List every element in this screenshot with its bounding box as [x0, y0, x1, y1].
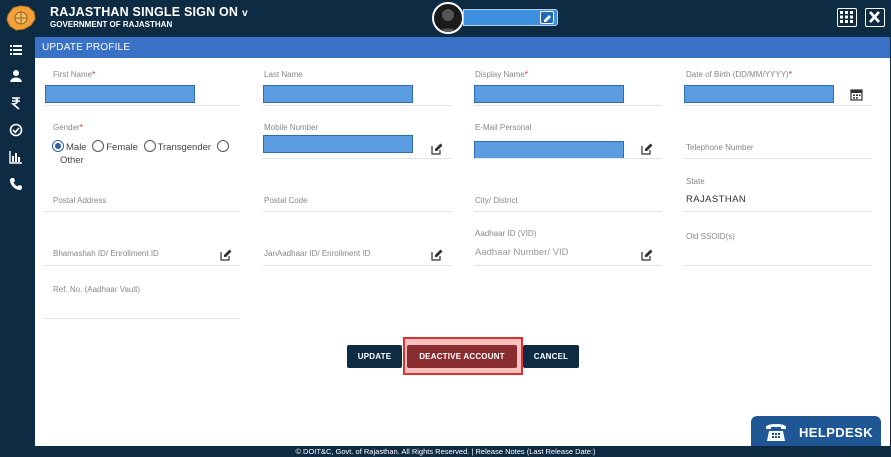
- cancel-button[interactable]: CANCEL: [523, 345, 579, 368]
- update-button[interactable]: UPDATE: [347, 345, 402, 368]
- postal-code-input[interactable]: [263, 211, 451, 212]
- app-subtitle: GOVERNMENT OF RAJASTHAN: [50, 20, 173, 29]
- ref-no-input[interactable]: [45, 318, 240, 319]
- avatar[interactable]: [432, 2, 464, 34]
- janaadhaar-underline: [263, 265, 451, 266]
- user-silhouette-icon: [438, 9, 458, 32]
- gender-transgender-label: Transgender: [157, 142, 212, 153]
- gender-female-label: Female: [106, 142, 138, 153]
- mobile-label: Mobile Number: [264, 123, 319, 132]
- username-redacted: [463, 9, 558, 26]
- telephone-label: Telephone Number: [686, 143, 754, 152]
- ref-no-label: Ref. No. (Aadhaar Vault): [53, 285, 141, 294]
- last-name-label: Last Name: [264, 70, 303, 79]
- first-name-underline: [45, 105, 240, 106]
- bar-chart-icon[interactable]: [9, 150, 23, 164]
- telephone-icon: [766, 424, 786, 441]
- state-label: State: [686, 177, 705, 186]
- last-name-input[interactable]: [263, 85, 413, 103]
- state-underline: [684, 211, 872, 212]
- deactivate-account-button[interactable]: DEACTIVE ACCOUNT: [407, 345, 517, 368]
- menu-list-icon[interactable]: [9, 43, 23, 57]
- mobile-input[interactable]: [263, 135, 413, 153]
- postal-address-label: Postal Address: [53, 196, 107, 205]
- email-underline: [474, 158, 662, 159]
- display-name-underline: [474, 105, 662, 106]
- bhamashah-label: Bhamashah ID/ Enrollment ID: [53, 249, 159, 258]
- app-title-text: RAJASTHAN SINGLE SIGN ON: [50, 5, 239, 19]
- edit-mobile-icon[interactable]: [431, 143, 443, 155]
- city-input[interactable]: [474, 211, 662, 212]
- apps-grid-button[interactable]: [837, 8, 857, 27]
- display-name-label: Display Name*: [475, 70, 528, 79]
- main-content: UPDATE PROFILE First Name* Last Name Dis…: [35, 37, 890, 446]
- footer: © DOIT&C, Govt. of Rajasthan. All Rights…: [0, 446, 891, 457]
- aadhaar-underline: [474, 265, 662, 266]
- city-label: City/ District: [475, 196, 518, 205]
- edit-bhamashah-icon[interactable]: [220, 249, 232, 261]
- rupee-icon[interactable]: [9, 96, 23, 110]
- helpdesk-label: HELPDESK: [799, 425, 873, 440]
- last-name-underline: [263, 105, 451, 106]
- gender-other-label: Other: [60, 155, 84, 166]
- display-name-input[interactable]: [474, 85, 624, 103]
- old-ssoid-input[interactable]: [684, 265, 872, 266]
- bhamashah-underline: [45, 265, 240, 266]
- state-value[interactable]: RAJASTHAN: [686, 194, 746, 205]
- mobile-underline: [263, 158, 451, 159]
- gender-other-radio[interactable]: [216, 140, 229, 152]
- top-bar: RAJASTHAN SINGLE SIGN ON v GOVERNMENT OF …: [0, 0, 891, 37]
- user-icon[interactable]: [9, 69, 23, 83]
- old-ssoid-label: Old SSOID(s): [686, 232, 735, 241]
- sidebar: [0, 37, 35, 446]
- close-icon: [868, 11, 881, 23]
- aadhaar-input[interactable]: Aadhaar Number/ VID: [475, 247, 568, 258]
- close-button[interactable]: [865, 8, 885, 27]
- gender-male-label: Male: [66, 142, 87, 153]
- edit-aadhaar-icon[interactable]: [641, 249, 653, 261]
- postal-address-input[interactable]: [45, 211, 240, 212]
- check-circle-icon[interactable]: [9, 123, 23, 137]
- postal-code-label: Postal Code: [264, 196, 308, 205]
- gender-label: Gender*: [53, 123, 83, 132]
- email-label: E-Mail Personal: [475, 123, 532, 132]
- calendar-icon[interactable]: [850, 88, 863, 101]
- chevron-down-icon[interactable]: v: [242, 8, 248, 19]
- dob-input[interactable]: [684, 85, 834, 103]
- app-title[interactable]: RAJASTHAN SINGLE SIGN ON v: [50, 5, 248, 19]
- gender-radio-group: Male Female Transgender Other: [52, 140, 231, 166]
- dob-underline: [684, 105, 872, 106]
- edit-janaadhaar-icon[interactable]: [431, 249, 443, 261]
- rajasthan-logo-icon[interactable]: [4, 3, 38, 33]
- janaadhaar-label: JanAadhaar ID/ Enrollment ID: [264, 249, 371, 258]
- telephone-underline[interactable]: [684, 158, 872, 159]
- dob-label: Date of Birth (DD/MM/YYYY)*: [686, 70, 792, 79]
- first-name-input[interactable]: [45, 85, 195, 103]
- gender-male-radio[interactable]: [52, 140, 64, 152]
- gender-female-radio[interactable]: [92, 140, 105, 152]
- first-name-label: First Name*: [53, 70, 96, 79]
- edit-profile-icon[interactable]: [540, 11, 554, 24]
- section-title: UPDATE PROFILE: [35, 37, 890, 58]
- edit-email-icon[interactable]: [641, 143, 653, 155]
- phone-icon[interactable]: [9, 177, 23, 191]
- email-input[interactable]: [474, 141, 624, 159]
- grid-icon: [840, 11, 853, 23]
- gender-transgender-radio[interactable]: [143, 140, 156, 152]
- helpdesk-button[interactable]: HELPDESK: [751, 416, 881, 448]
- aadhaar-label: Aadhaar ID (VID): [475, 229, 537, 238]
